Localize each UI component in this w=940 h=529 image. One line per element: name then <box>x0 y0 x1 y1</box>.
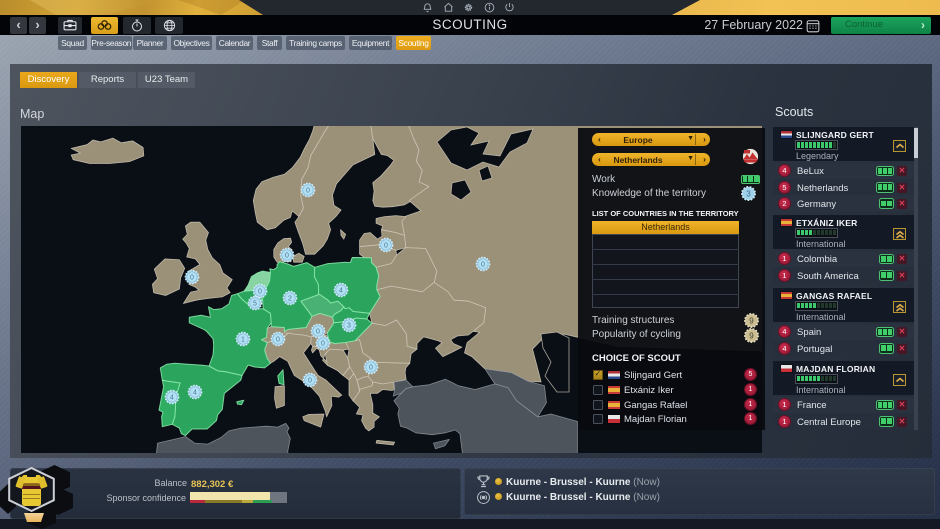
svg-text:3: 3 <box>746 189 751 198</box>
svg-text:3: 3 <box>347 323 351 330</box>
svg-text:0: 0 <box>316 329 320 336</box>
svg-text:0: 0 <box>481 262 485 269</box>
svg-text:1: 1 <box>241 337 245 344</box>
svg-text:0: 0 <box>285 253 289 260</box>
svg-text:0: 0 <box>308 378 312 385</box>
svg-text:0: 0 <box>276 337 280 344</box>
svg-text:4: 4 <box>170 395 174 402</box>
svg-text:0: 0 <box>306 188 310 195</box>
svg-text:9: 9 <box>749 316 754 325</box>
svg-text:0: 0 <box>321 341 325 348</box>
svg-text:4: 4 <box>339 288 343 295</box>
svg-text:0: 0 <box>369 365 373 372</box>
svg-text:0: 0 <box>258 289 262 296</box>
svg-text:0: 0 <box>384 243 388 250</box>
svg-text:2: 2 <box>288 296 292 303</box>
svg-text:0: 0 <box>190 275 194 282</box>
svg-text:4: 4 <box>193 390 197 397</box>
svg-text:5: 5 <box>253 301 257 308</box>
svg-text:9: 9 <box>749 331 754 340</box>
